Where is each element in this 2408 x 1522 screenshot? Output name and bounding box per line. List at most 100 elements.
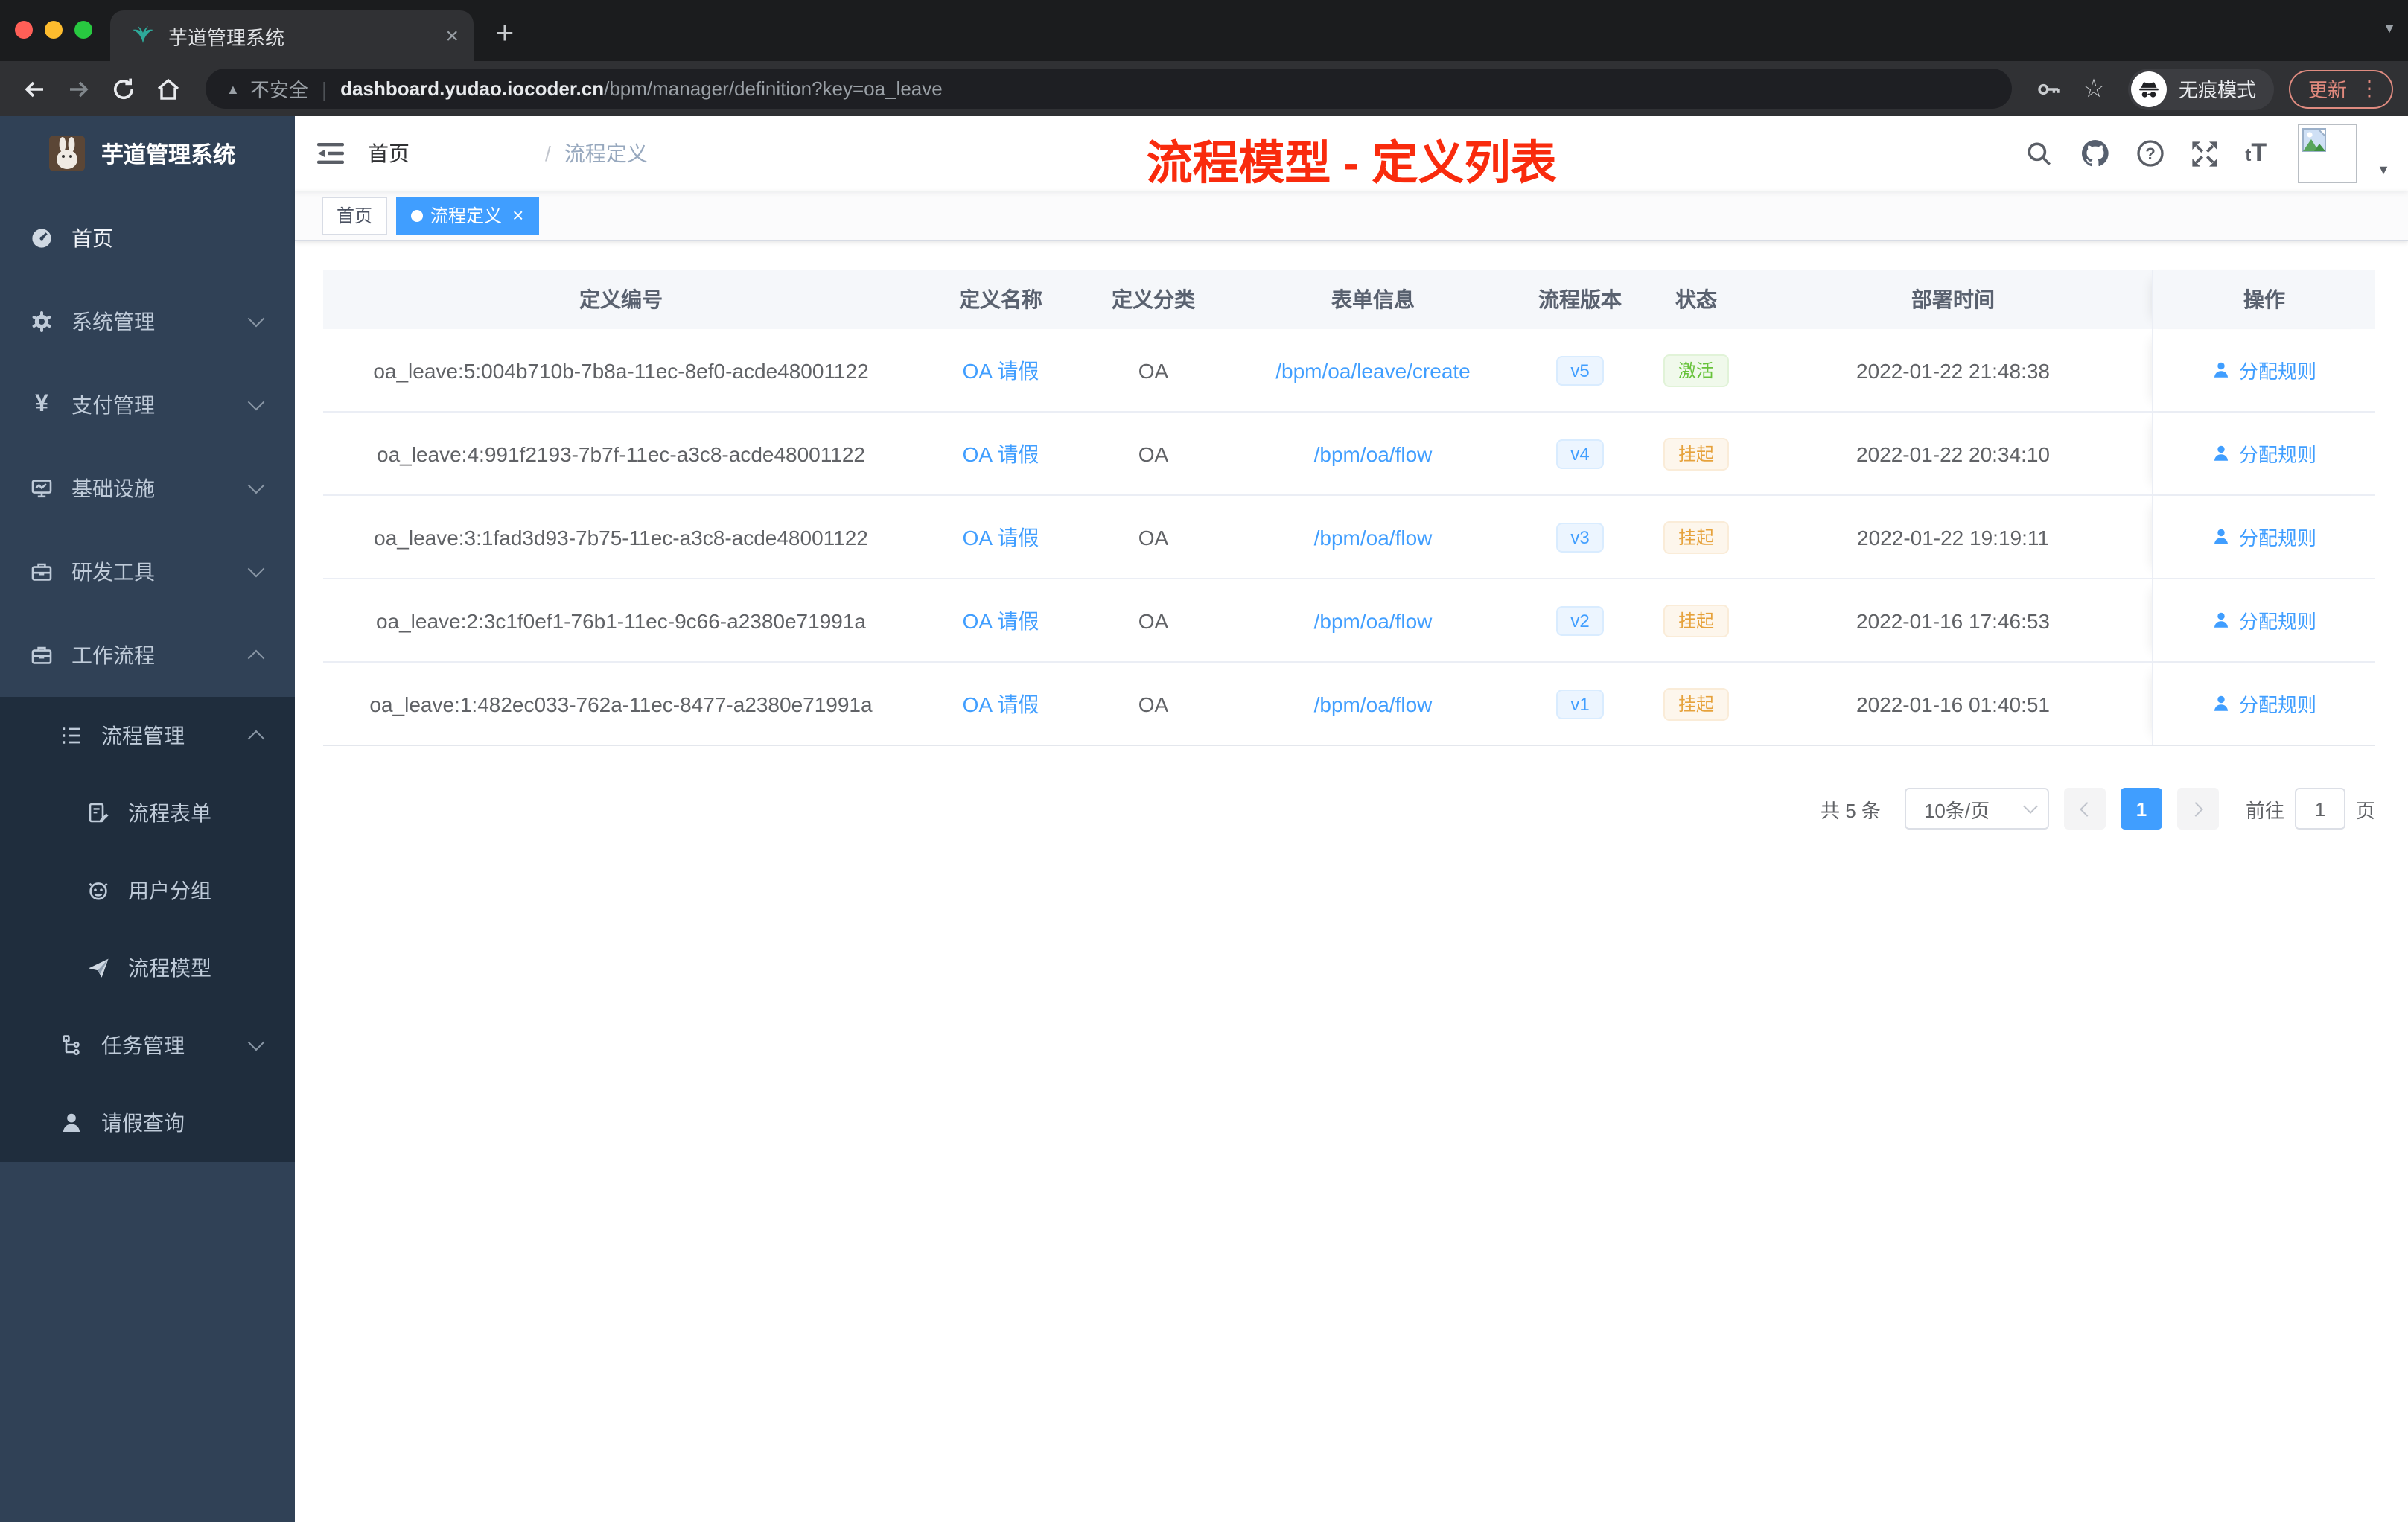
- incognito-label: 无痕模式: [2178, 79, 2256, 101]
- app-title: 芋道管理系统: [101, 142, 236, 168]
- goto-page-input[interactable]: [2294, 788, 2345, 830]
- definition-name-link[interactable]: OA 请假: [963, 355, 1039, 385]
- definition-category: OA: [1138, 525, 1169, 549]
- sidebar-item-process-form[interactable]: 流程表单: [0, 774, 295, 852]
- new-tab-button[interactable]: +: [484, 13, 526, 55]
- active-tag-dot: [411, 209, 424, 221]
- incognito-icon: [2130, 71, 2167, 106]
- table-header-row: 定义编号 定义名称 定义分类 表单信息 流程版本 状态 部署时间 操作: [323, 270, 2375, 329]
- font-size-icon[interactable]: tT: [2245, 138, 2267, 168]
- forward-button[interactable]: [60, 69, 98, 108]
- gear-icon: [30, 310, 54, 334]
- sidebar-item-task-management[interactable]: 任务管理: [0, 1007, 295, 1084]
- browser-toolbar: ▲ 不安全 | dashboard.yudao.iocoder.cn /bpm/…: [0, 61, 2408, 116]
- tab-close-icon[interactable]: ×: [445, 23, 459, 48]
- list-icon: [60, 724, 83, 748]
- tag-label: 首页: [337, 206, 373, 226]
- yen-icon: ¥: [35, 392, 48, 417]
- version-badge: v2: [1555, 605, 1605, 635]
- sidebar-item-process-model[interactable]: 流程模型: [0, 929, 295, 1007]
- search-icon[interactable]: [2025, 138, 2054, 168]
- sidebar-item-home[interactable]: 首页: [0, 197, 295, 280]
- assign-rule-button[interactable]: 分配规则: [2212, 356, 2316, 384]
- sidebar-item-infrastructure[interactable]: 基础设施: [0, 447, 295, 530]
- sidebar-item-workflow[interactable]: 工作流程: [0, 614, 295, 697]
- page-size-select[interactable]: 10条/页: [1904, 788, 2049, 830]
- chevron-down-icon: [247, 477, 265, 494]
- avatar[interactable]: [2298, 124, 2358, 183]
- workflow-submenu: 流程管理 流程表单 用户分组 流程模型 任务管理 请假查询: [0, 697, 295, 1162]
- column-header: 定义编号: [579, 287, 663, 311]
- form-info-link[interactable]: /bpm/oa/flow: [1314, 608, 1433, 632]
- sidebar: 芋道管理系统 首页 系统管理 ¥ 支付管理 基础设施 研发工具 工作流程 流程管…: [0, 116, 295, 1522]
- close-window-button[interactable]: [15, 21, 33, 39]
- fullscreen-icon[interactable]: [2190, 138, 2220, 168]
- definition-category: OA: [1138, 692, 1169, 716]
- reload-button[interactable]: [104, 69, 143, 108]
- column-header: 流程版本: [1538, 287, 1622, 311]
- url-bar[interactable]: ▲ 不安全 | dashboard.yudao.iocoder.cn /bpm/…: [206, 69, 2012, 109]
- assign-rule-button[interactable]: 分配规则: [2212, 606, 2316, 634]
- form-info-link[interactable]: /bpm/oa/leave/create: [1275, 358, 1471, 382]
- sidebar-item-user-group[interactable]: 用户分组: [0, 852, 295, 929]
- current-page-button[interactable]: 1: [2120, 788, 2162, 830]
- sidebar-logo[interactable]: 芋道管理系统: [0, 116, 295, 191]
- form-info-link[interactable]: /bpm/oa/flow: [1314, 442, 1433, 465]
- tab-search-caret-icon[interactable]: ▼: [2383, 21, 2396, 36]
- update-label[interactable]: 更新: [2308, 74, 2347, 103]
- breadcrumb-separator: /: [545, 141, 551, 165]
- assign-rule-button[interactable]: 分配规则: [2212, 690, 2316, 718]
- column-header: 部署时间: [1911, 287, 1995, 311]
- sidebar-toggle-icon[interactable]: [317, 141, 344, 165]
- column-header: 定义名称: [959, 287, 1042, 311]
- definition-name-link[interactable]: OA 请假: [963, 522, 1039, 552]
- next-page-button[interactable]: [2176, 788, 2219, 830]
- navbar: 首页 / 流程定义 流程模型 - 定义列表 ? tT ▼: [295, 116, 2408, 191]
- user-menu-caret-icon[interactable]: ▼: [2377, 162, 2390, 177]
- github-icon[interactable]: [2080, 138, 2109, 168]
- main-content: 定义编号 定义名称 定义分类 表单信息 流程版本 状态 部署时间 操作 oa_l…: [295, 241, 2408, 1522]
- monitor-icon: [30, 477, 54, 500]
- breadcrumb-home[interactable]: 首页: [368, 138, 532, 168]
- prev-page-button[interactable]: [2063, 788, 2106, 830]
- help-icon[interactable]: ?: [2135, 138, 2165, 168]
- minimize-window-button[interactable]: [45, 21, 63, 39]
- browser-tab[interactable]: 芋道管理系统 ×: [110, 10, 474, 61]
- person-icon: [60, 1111, 83, 1135]
- assign-rule-button[interactable]: 分配规则: [2212, 439, 2316, 468]
- tag-home[interactable]: 首页: [322, 196, 388, 235]
- chevron-left-icon: [2080, 801, 2095, 816]
- bookmark-star-icon[interactable]: ☆: [2074, 69, 2113, 108]
- definition-name-link[interactable]: OA 请假: [963, 689, 1039, 719]
- version-badge: v4: [1555, 439, 1605, 468]
- tag-process-definition[interactable]: 流程定义 ×: [396, 196, 539, 235]
- key-icon[interactable]: [2030, 69, 2068, 108]
- tag-close-icon[interactable]: ×: [512, 204, 523, 226]
- home-button[interactable]: [149, 69, 188, 108]
- sidebar-item-system[interactable]: 系统管理: [0, 280, 295, 363]
- assign-rule-label: 分配规则: [2238, 444, 2316, 466]
- security-label[interactable]: 不安全: [250, 74, 308, 103]
- sidebar-item-leave-query[interactable]: 请假查询: [0, 1084, 295, 1162]
- sidebar-item-label: 基础设施: [71, 477, 155, 500]
- sidebar-item-dev-tools[interactable]: 研发工具: [0, 530, 295, 614]
- chevron-down-icon: [247, 560, 265, 578]
- form-icon: [86, 801, 110, 825]
- chevron-down-icon: [247, 1034, 265, 1051]
- navbar-actions: ? tT ▼: [2025, 124, 2390, 183]
- window-controls: [15, 21, 92, 39]
- status-badge: 挂起: [1663, 604, 1729, 637]
- update-button[interactable]: 更新 ⋮: [2288, 69, 2393, 108]
- url-path: /bpm/manager/definition?key=oa_leave: [604, 77, 943, 100]
- assign-rule-button[interactable]: 分配规则: [2212, 523, 2316, 551]
- page-size-value: 10条/页: [1923, 799, 1990, 821]
- form-info-link[interactable]: /bpm/oa/flow: [1314, 525, 1433, 549]
- definition-name-link[interactable]: OA 请假: [963, 605, 1039, 635]
- back-button[interactable]: [15, 69, 54, 108]
- sidebar-item-process-management[interactable]: 流程管理: [0, 697, 295, 774]
- zoom-window-button[interactable]: [74, 21, 92, 39]
- sidebar-item-payment[interactable]: ¥ 支付管理: [0, 363, 295, 447]
- browser-menu-icon[interactable]: ⋮: [2359, 76, 2380, 101]
- definition-name-link[interactable]: OA 请假: [963, 439, 1039, 468]
- form-info-link[interactable]: /bpm/oa/flow: [1314, 692, 1433, 716]
